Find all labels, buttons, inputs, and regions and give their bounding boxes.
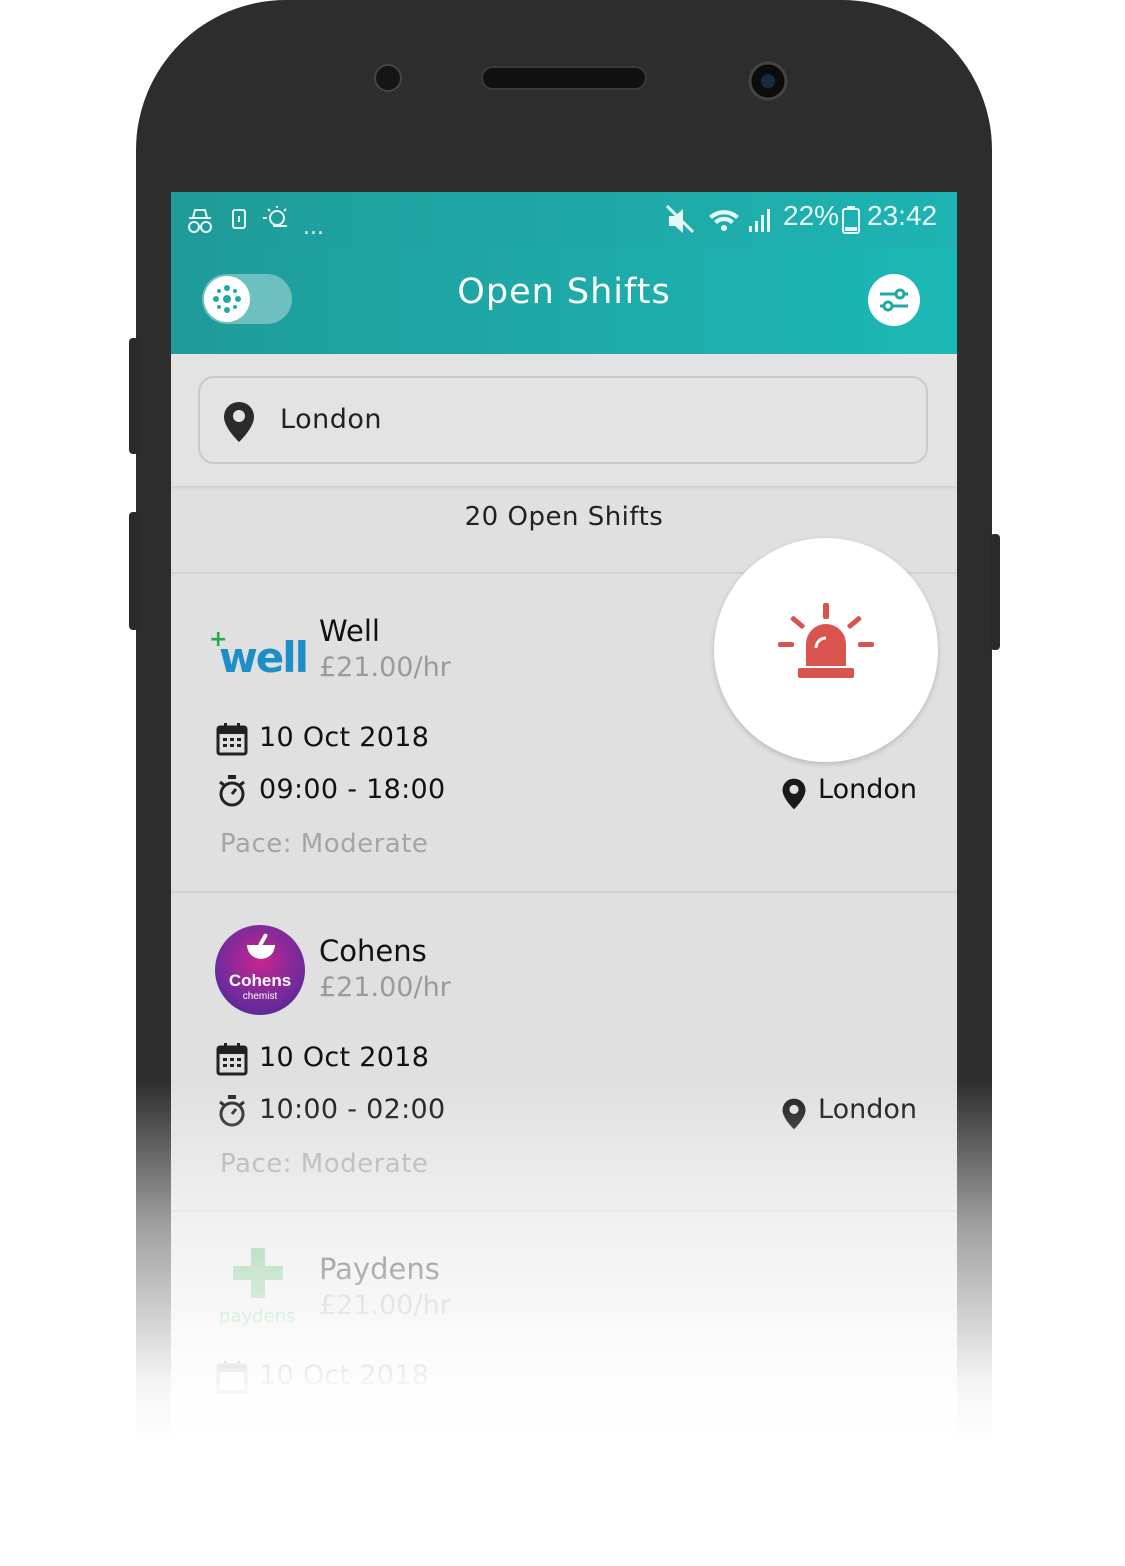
shift-pace: Pace: Moderate <box>220 1149 429 1179</box>
filter-button[interactable] <box>868 274 920 326</box>
shift-pace: Pace: Moderate <box>220 829 429 859</box>
search-section: London <box>171 354 957 486</box>
paydens-logo: paydens <box>219 1248 295 1327</box>
shift-date: 10 Oct 2018 <box>259 722 430 753</box>
map-pin-icon <box>782 1098 806 1130</box>
volume-up-button <box>129 338 139 454</box>
stopwatch-icon <box>219 775 245 807</box>
proximity-sensor <box>374 64 402 92</box>
earpiece-speaker <box>481 66 647 90</box>
power-button <box>990 534 1000 650</box>
shift-card[interactable]: Cohens chemist Cohens £21.00/hr 10 Oct 2… <box>171 891 957 1211</box>
shift-date: 10 Oct 2018 <box>259 1042 430 1073</box>
cohens-logo: Cohens chemist <box>215 925 305 1015</box>
well-logo: + well <box>209 628 309 680</box>
hourly-rate: £21.00/hr <box>319 1290 451 1321</box>
battery-percent: 22% <box>783 200 840 231</box>
more-notifications: ... <box>303 215 324 238</box>
pharmacy-name: Well <box>319 614 380 648</box>
siren-icon <box>778 603 874 678</box>
system-icons <box>665 204 770 234</box>
cohens-logo-text: Cohens <box>228 971 292 990</box>
calendar-icon <box>216 1043 248 1076</box>
notification-icons: ... <box>188 206 324 238</box>
open-shifts-count: 20 Open Shifts <box>464 502 664 532</box>
mortar-icon <box>247 933 275 959</box>
page-title: Open Shifts <box>457 272 671 312</box>
map-pin-icon <box>782 778 806 810</box>
app-bar: Open Shifts <box>171 248 957 354</box>
phone-sensors <box>374 61 788 101</box>
pharmacy-name: Paydens <box>319 1252 440 1286</box>
search-location-text: London <box>280 404 382 435</box>
pharmacy-name: Cohens <box>319 934 427 968</box>
stopwatch-icon <box>219 1095 245 1127</box>
shift-location: London <box>818 774 917 805</box>
shift-location: London <box>818 1094 917 1125</box>
sliders-icon <box>880 288 908 312</box>
shift-date: 10 Oct 2018 <box>259 1360 430 1391</box>
clock: 23:42 <box>867 200 938 231</box>
volume-down-button <box>129 512 139 630</box>
location-search-input[interactable]: London <box>198 376 928 464</box>
shift-time: 10:00 - 02:00 <box>259 1094 446 1125</box>
status-bar: ... 22% 23:42 <box>171 192 957 248</box>
urgent-badge[interactable] <box>714 538 938 762</box>
cohens-logo-subtext: chemist <box>242 991 278 1002</box>
svg-text:paydens: paydens <box>219 1306 295 1327</box>
calendar-icon <box>216 1361 248 1394</box>
map-pin-icon <box>224 402 254 442</box>
shift-time: 09:00 - 18:00 <box>259 774 446 805</box>
calendar-icon <box>216 723 248 756</box>
shift-card[interactable]: paydens Paydens £21.00/hr 10 Oct 2018 <box>171 1210 957 1530</box>
phone-screen: ... 22% 23:42 Open Shifts London 20 Open… <box>171 192 957 1566</box>
svg-text:well: well <box>219 633 307 680</box>
battery-icon <box>842 206 860 234</box>
hourly-rate: £21.00/hr <box>319 972 451 1003</box>
hourly-rate: £21.00/hr <box>319 652 451 683</box>
